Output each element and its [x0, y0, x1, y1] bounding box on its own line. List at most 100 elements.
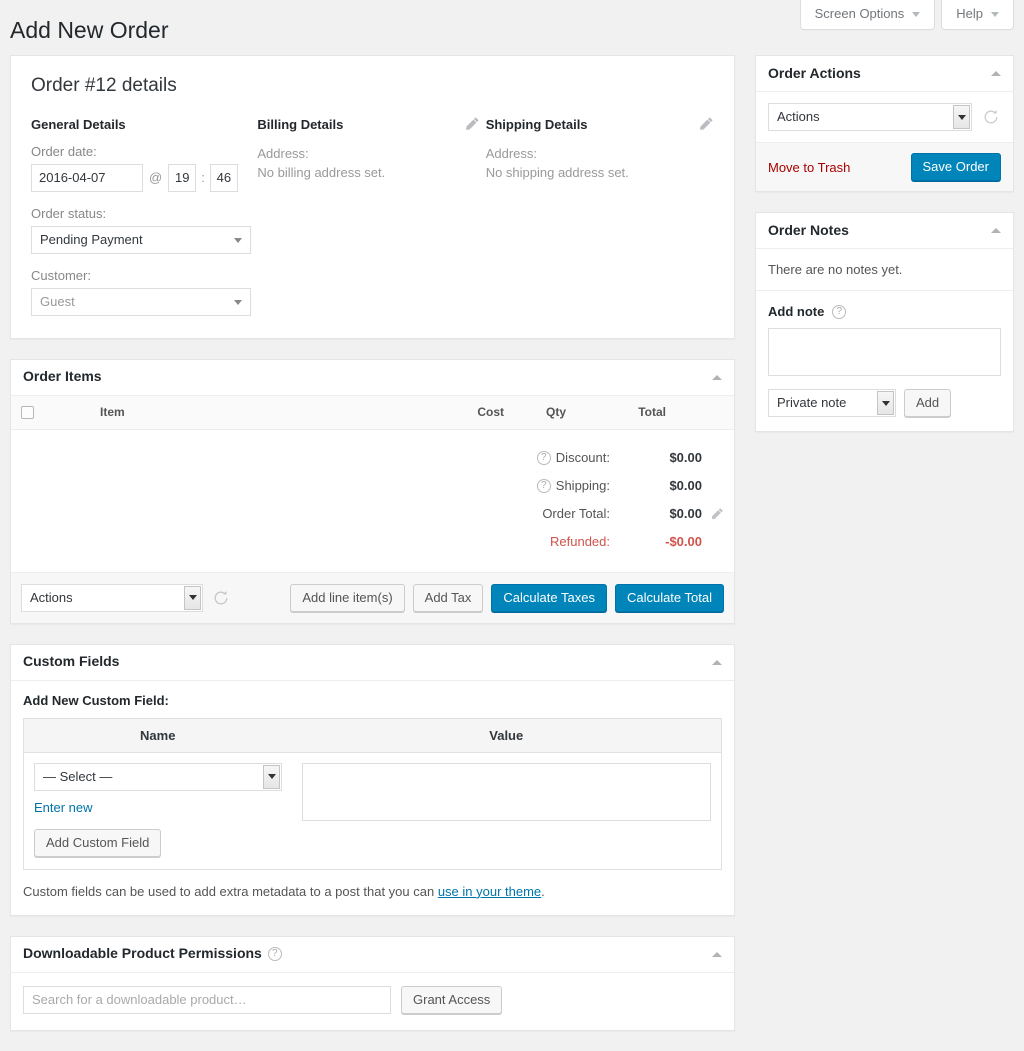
grant-access-button[interactable]: Grant Access [401, 986, 502, 1014]
custom-field-value-textarea[interactable] [302, 763, 712, 821]
select-all-checkbox[interactable] [21, 406, 34, 419]
edit-billing-pencil-icon[interactable] [464, 116, 480, 132]
toggle-panel-icon[interactable] [712, 660, 722, 665]
help-tip-icon[interactable]: ? [537, 451, 551, 465]
use-in-your-theme-link[interactable]: use in your theme [438, 884, 541, 899]
order-minute-input[interactable] [210, 164, 238, 192]
items-actions-select[interactable]: Actions [21, 584, 203, 612]
order-hour-input[interactable] [168, 164, 196, 192]
custom-fields-title: Custom Fields [23, 652, 119, 672]
shipping-details-column: Shipping Details Address: No shipping ad… [486, 117, 714, 316]
at-symbol: @ [149, 170, 162, 185]
page-title: Add New Order [10, 16, 169, 45]
help-tip-icon[interactable]: ? [832, 305, 846, 319]
order-status-select[interactable]: Pending Payment [31, 226, 251, 254]
order-actions-panel: Order Actions Actions Move to Trash [755, 55, 1014, 192]
chevron-down-icon [991, 12, 999, 17]
downloadable-permissions-body: Grant Access [11, 973, 734, 1030]
add-tax-button[interactable]: Add Tax [413, 584, 484, 612]
column-header-name: Name [24, 718, 292, 752]
save-order-button[interactable]: Save Order [911, 153, 1001, 181]
customer-value: Guest [31, 288, 251, 316]
totals-value: $0.00 [610, 506, 702, 521]
add-note-textarea-wrap [756, 328, 1013, 389]
chevron-down-icon [184, 586, 201, 610]
totals-row-discount: ? Discount: $0.00 [21, 444, 724, 472]
custom-fields-header: Custom Fields [11, 645, 734, 681]
items-actions-value: Actions [22, 585, 202, 611]
enter-new-link[interactable]: Enter new [34, 800, 93, 815]
general-details-heading: General Details [31, 117, 257, 132]
custom-fields-table-head-row: Name Value [24, 718, 722, 752]
totals-value: $0.00 [610, 450, 702, 465]
order-columns: General Details Order date: @ : Order st… [31, 117, 714, 316]
custom-fields-body: Add New Custom Field: Name Value — Selec… [11, 681, 734, 870]
calculate-total-button[interactable]: Calculate Total [615, 584, 724, 612]
order-actions-body: Actions [756, 92, 1013, 142]
toggle-panel-icon[interactable] [991, 228, 1001, 233]
edit-order-total-pencil-icon[interactable] [710, 507, 724, 521]
help-label: Help [956, 7, 983, 21]
downloadable-product-search-input[interactable] [23, 986, 391, 1014]
add-custom-field-button[interactable]: Add Custom Field [34, 829, 161, 857]
custom-fields-help-text: Custom fields can be used to add extra m… [11, 870, 734, 915]
custom-fields-table: Name Value — Select — Enter new [23, 718, 722, 870]
totals-row-order-total: Order Total: $0.00 [21, 500, 724, 528]
order-notes-panel: Order Notes There are no notes yet. Add … [755, 212, 1014, 432]
order-items-panel: Order Items Item Cost Qty Total ? Discou… [10, 359, 735, 624]
add-note-button[interactable]: Add [904, 389, 951, 417]
screen-options-button[interactable]: Screen Options [800, 0, 936, 30]
add-note-label: Add note [768, 304, 824, 319]
totals-row-refunded: Refunded: -$0.00 [21, 528, 724, 556]
totals-label: ? Shipping: [537, 478, 610, 493]
totals-label: ? Discount: [537, 450, 610, 465]
shipping-details-heading: Shipping Details [486, 117, 714, 132]
totals-value: -$0.00 [610, 534, 702, 549]
apply-refresh-icon[interactable] [211, 588, 231, 608]
add-note-controls: Private note Add [756, 389, 1013, 431]
toggle-panel-icon[interactable] [712, 375, 722, 380]
add-new-custom-field-label: Add New Custom Field: [23, 693, 722, 708]
calculate-taxes-button[interactable]: Calculate Taxes [491, 584, 607, 612]
totals-row-shipping: ? Shipping: $0.00 [21, 472, 724, 500]
order-date-label: Order date: [31, 144, 257, 159]
order-actions-select[interactable]: Actions [768, 103, 972, 131]
order-actions-header: Order Actions [756, 56, 1013, 92]
column-header-item: Item [34, 405, 434, 419]
customer-select[interactable]: Guest [31, 288, 251, 316]
custom-field-name-select[interactable]: — Select — [34, 763, 282, 791]
billing-address-value: No billing address set. [257, 163, 485, 183]
chevron-down-icon [953, 105, 970, 129]
order-totals-body: ? Discount: $0.00 ? Shipping: $0.00 [11, 430, 734, 572]
order-notes-header: Order Notes [756, 213, 1013, 249]
add-line-items-button[interactable]: Add line item(s) [290, 584, 404, 612]
custom-fields-help-prefix: Custom fields can be used to add extra m… [23, 884, 438, 899]
chevron-down-icon [877, 391, 894, 415]
column-header-qty: Qty [504, 405, 566, 419]
edit-shipping-pencil-icon[interactable] [698, 116, 714, 132]
downloadable-permissions-header: Downloadable Product Permissions ? [11, 937, 734, 973]
move-to-trash-link[interactable]: Move to Trash [768, 160, 850, 175]
order-actions-title: Order Actions [768, 64, 861, 84]
custom-field-name-value: — Select — [35, 764, 281, 790]
sidebar-column: Order Actions Actions Move to Trash [755, 55, 1014, 452]
order-date-input[interactable] [31, 164, 143, 192]
totals-label: Order Total: [542, 506, 610, 521]
order-actions-row: Actions [768, 103, 1001, 131]
totals-label-text: Order Total: [542, 506, 610, 521]
add-note-textarea[interactable] [768, 328, 1001, 376]
toggle-panel-icon[interactable] [991, 71, 1001, 76]
help-tip-icon[interactable]: ? [537, 479, 551, 493]
order-actions-value: Actions [769, 104, 971, 130]
help-tip-icon[interactable]: ? [268, 947, 282, 961]
billing-details-heading: Billing Details [257, 117, 485, 132]
order-notes-empty-text: There are no notes yet. [756, 249, 1013, 291]
note-type-select[interactable]: Private note [768, 389, 896, 417]
column-header-value: Value [292, 718, 722, 752]
downloadable-permissions-title-wrap: Downloadable Product Permissions ? [23, 944, 282, 964]
toggle-panel-icon[interactable] [712, 952, 722, 957]
help-button[interactable]: Help [941, 0, 1014, 30]
add-note-label-row: Add note ? [756, 291, 1013, 328]
time-colon: : [201, 170, 205, 185]
apply-refresh-icon[interactable] [981, 107, 1001, 127]
